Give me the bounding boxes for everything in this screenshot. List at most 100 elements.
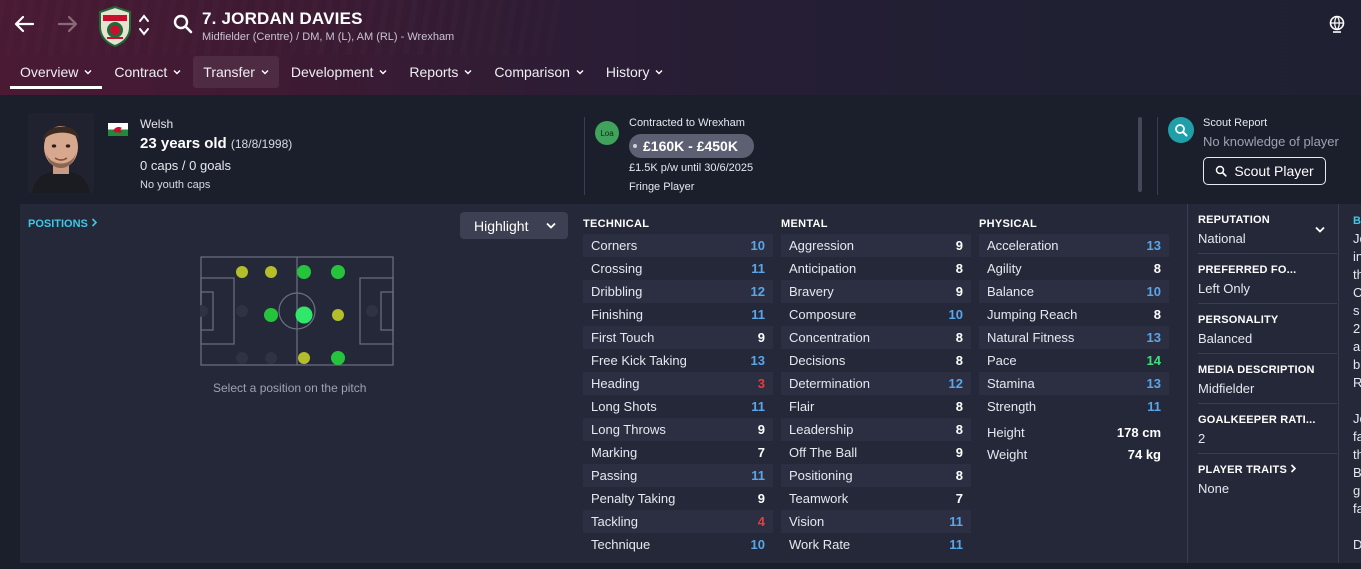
technical-list: Corners 10 Crossing 11 Dribbling 12 Finishing 1…: [583, 234, 773, 556]
attribute-row[interactable]: Vision 11: [781, 510, 971, 533]
attribute-row[interactable]: Flair 8: [781, 395, 971, 418]
attribute-name: Flair: [789, 399, 815, 414]
attribute-row[interactable]: Work Rate 11: [781, 533, 971, 556]
biography-line: Jo: [1353, 411, 1361, 426]
attribute-row[interactable]: Composure 10: [781, 303, 971, 326]
attribute-row[interactable]: Determination 12: [781, 372, 971, 395]
tab-label: History: [605, 64, 650, 80]
tab-reports[interactable]: Reports: [399, 56, 482, 88]
attribute-row[interactable]: Balance 10: [979, 280, 1169, 303]
attribute-row[interactable]: Long Shots 11: [583, 395, 773, 418]
attribute-name: Crossing: [591, 261, 643, 276]
attribute-row[interactable]: Technique 10: [583, 533, 773, 556]
attribute-row[interactable]: Jumping Reach 8: [979, 303, 1169, 326]
height-label: Height: [987, 424, 1025, 440]
tab-history[interactable]: History: [596, 56, 674, 88]
attribute-name: Decisions: [789, 353, 846, 368]
attribute-row[interactable]: Off The Ball 9: [781, 441, 971, 464]
attribute-row[interactable]: Agility 8: [979, 257, 1169, 280]
tab-overview[interactable]: Overview: [10, 56, 103, 89]
tab-development[interactable]: Development: [281, 56, 398, 88]
attribute-row[interactable]: Anticipation 8: [781, 257, 971, 280]
biography-column: B Jo in th Cs 2 abR Jo fa th Bg fa D: [1338, 204, 1361, 563]
attribute-row[interactable]: Finishing 11: [583, 303, 773, 326]
biography-line: th: [1353, 447, 1361, 462]
club-crest-icon[interactable]: [97, 5, 133, 48]
highlight-label: Highlight: [474, 217, 529, 234]
tab-comparison[interactable]: Comparison: [484, 56, 593, 88]
attribute-row[interactable]: Decisions 8: [781, 349, 971, 372]
attribute-name: Vision: [789, 514, 825, 529]
physical-list: Acceleration 13 Agility 8 Balance 10 Jumping R…: [979, 234, 1169, 418]
biography-line: a: [1353, 339, 1361, 354]
attribute-row[interactable]: Long Throws 9: [583, 418, 773, 441]
attribute-row[interactable]: Bravery 9: [781, 280, 971, 303]
biography-text: Jo in th Cs 2 abR Jo fa th Bg fa D: [1353, 230, 1361, 554]
up-down-icon[interactable]: [137, 12, 151, 38]
attribute-row[interactable]: Leadership 8: [781, 418, 971, 441]
attribute-row[interactable]: Heading 3: [583, 372, 773, 395]
mental-attributes: MENTAL Aggression 9 Anticipation 8 Bravery 9 C…: [781, 214, 971, 556]
attribute-row[interactable]: Positioning 8: [781, 464, 971, 487]
chevron-down-icon[interactable]: [1315, 226, 1325, 233]
attribute-row[interactable]: Passing 11: [583, 464, 773, 487]
attribute-name: Off The Ball: [789, 445, 858, 460]
biography-line: D: [1353, 536, 1361, 554]
biography-line: fa: [1353, 501, 1361, 516]
scout-player-button[interactable]: Scout Player: [1203, 157, 1326, 185]
attribute-row[interactable]: Stamina 13: [979, 372, 1169, 395]
biography-line: [1353, 392, 1361, 410]
technical-title: TECHNICAL: [583, 218, 650, 230]
attribute-name: Free Kick Taking: [591, 353, 687, 368]
attribute-row[interactable]: Pace 14: [979, 349, 1169, 372]
tab-label: Transfer: [203, 64, 255, 80]
divider: [1157, 117, 1158, 195]
attribute-value: 9: [955, 284, 963, 299]
player-info-column: REPUTATION National PREFERRED FO... Left…: [1187, 204, 1337, 563]
search-icon[interactable]: [172, 13, 194, 35]
attribute-row[interactable]: Acceleration 13: [979, 234, 1169, 257]
transfer-value[interactable]: £160K - £450K: [629, 134, 754, 158]
forward-arrow-icon[interactable]: [54, 10, 82, 38]
scrollbar[interactable]: [1138, 117, 1142, 192]
tab-transfer[interactable]: Transfer: [193, 56, 279, 88]
tab-label: Reports: [409, 64, 459, 80]
attribute-row[interactable]: Strength 11: [979, 395, 1169, 418]
attribute-row[interactable]: Natural Fitness 13: [979, 326, 1169, 349]
tab-contract[interactable]: Contract: [104, 56, 191, 88]
attribute-row[interactable]: First Touch 9: [583, 326, 773, 349]
goalkeeper-rating-block: GOALKEEPER RATI... 2: [1198, 404, 1337, 454]
player-traits-value: None: [1198, 481, 1230, 496]
scout-player-label: Scout Player: [1234, 163, 1314, 179]
contracted-to: Contracted to Wrexham: [629, 117, 745, 129]
highlight-dropdown[interactable]: Highlight: [460, 212, 568, 239]
attribute-row[interactable]: Dribbling 12: [583, 280, 773, 303]
positions-link[interactable]: POSITIONS: [28, 218, 98, 230]
attribute-value: 8: [955, 261, 963, 276]
preferred-foot-value: Left Only: [1198, 281, 1251, 296]
attribute-name: Stamina: [987, 376, 1035, 391]
reputation-block[interactable]: REPUTATION National: [1198, 204, 1337, 254]
loan-badge: Loa: [595, 121, 619, 145]
biography-line: 2: [1353, 321, 1361, 336]
chevron-down-icon: [84, 70, 92, 75]
weight-value: 74 kg: [1127, 446, 1161, 462]
attribute-row[interactable]: Aggression 9: [781, 234, 971, 257]
attribute-row[interactable]: Crossing 11: [583, 257, 773, 280]
attribute-row[interactable]: Tackling 4: [583, 510, 773, 533]
attribute-row[interactable]: Marking 7: [583, 441, 773, 464]
back-arrow-icon[interactable]: [10, 10, 38, 38]
attribute-row[interactable]: Free Kick Taking 13: [583, 349, 773, 372]
transfer-value-text: £160K - £450K: [643, 138, 738, 154]
attribute-row[interactable]: Corners 10: [583, 234, 773, 257]
globe-icon[interactable]: [1327, 14, 1347, 34]
attribute-row[interactable]: Teamwork 7: [781, 487, 971, 510]
attributes-panel: POSITIONS Highlight Select a position on…: [20, 204, 1361, 563]
attribute-row[interactable]: Penalty Taking 9: [583, 487, 773, 510]
attribute-name: Acceleration: [987, 238, 1059, 253]
attribute-value: 9: [757, 330, 765, 345]
attribute-row[interactable]: Concentration 8: [781, 326, 971, 349]
youth-caps: No youth caps: [140, 179, 211, 191]
player-traits-block[interactable]: PLAYER TRAITS None: [1198, 454, 1337, 503]
position-pitch[interactable]: [196, 256, 394, 366]
